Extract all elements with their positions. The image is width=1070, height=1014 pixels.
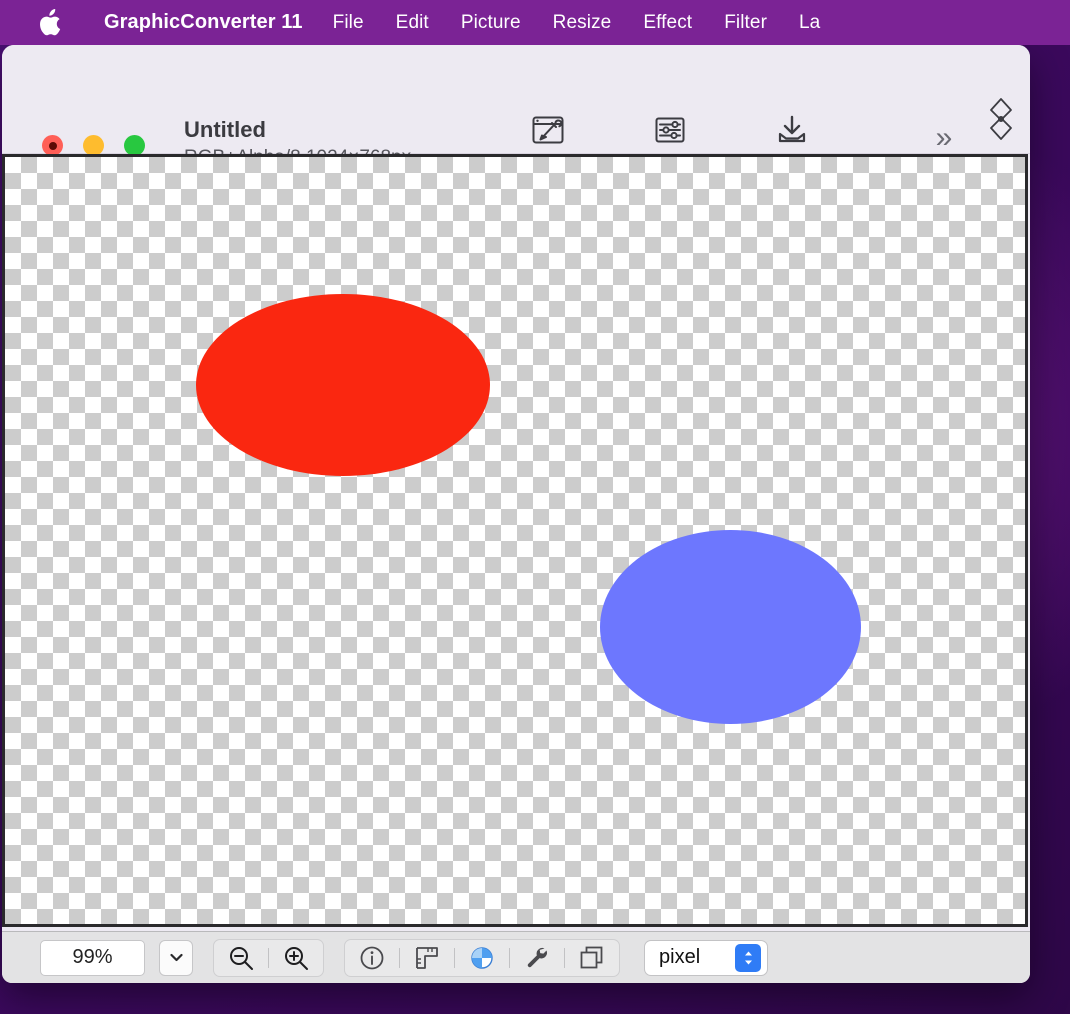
transparency-checkerboard (5, 157, 1025, 924)
menu-item-effect[interactable]: Effect (627, 12, 708, 34)
zoom-level-input[interactable]: 99% (40, 939, 145, 976)
zoom-in-button[interactable] (269, 940, 323, 976)
magnifier-plus-icon (285, 946, 308, 970)
menu-item-file[interactable]: File (317, 12, 380, 34)
menu-bar: GraphicConverter 11 File Edit Picture Re… (0, 0, 1070, 45)
traffic-light-buttons (42, 135, 145, 156)
zoom-preset-dropdown[interactable] (159, 939, 193, 976)
menu-app-name[interactable]: GraphicConverter 11 (90, 11, 317, 34)
close-icon (48, 141, 57, 150)
color-wheel-icon (471, 946, 493, 969)
zoom-button[interactable] (124, 135, 145, 156)
info-button[interactable] (345, 940, 399, 976)
menu-item-edit[interactable]: Edit (380, 12, 445, 34)
chevron-down-icon (169, 953, 183, 962)
blue-ellipse[interactable] (600, 530, 861, 724)
duplicate-button[interactable] (565, 940, 619, 976)
menu-item-picture[interactable]: Picture (445, 12, 537, 34)
ruler-button[interactable] (400, 940, 454, 976)
minimize-button[interactable] (83, 135, 104, 156)
window-titlebar: Untitled RGB+Alpha/8,1024×768px… Options (2, 45, 1030, 174)
close-button[interactable] (42, 135, 63, 156)
chevron-double-right-icon: » (935, 121, 953, 154)
tool-buttons-group (344, 938, 620, 977)
sliders-icon (654, 113, 686, 147)
image-canvas[interactable] (2, 154, 1028, 927)
red-ellipse[interactable] (196, 294, 490, 476)
tools-button[interactable] (510, 940, 564, 976)
wrench-icon (527, 947, 547, 967)
color-button[interactable] (455, 940, 509, 976)
up-down-stepper-icon[interactable] (735, 943, 761, 972)
diamond-move-icon[interactable] (986, 95, 1016, 143)
ruler-icon (416, 946, 438, 969)
menu-item-layer[interactable]: La (783, 12, 836, 34)
save-download-icon (776, 113, 808, 147)
canvas-area (2, 154, 1030, 931)
zoom-out-button[interactable] (214, 940, 268, 976)
unit-dropdown-value: pixel (659, 946, 701, 968)
page-title: Untitled (184, 117, 266, 142)
graphicconverter-window: Untitled RGB+Alpha/8,1024×768px… Options (2, 45, 1030, 983)
status-bar: 99% pixel (2, 931, 1030, 983)
toolbar-overflow-button[interactable]: » (924, 121, 964, 155)
menu-item-resize[interactable]: Resize (537, 12, 628, 34)
magnifier-minus-icon (230, 946, 253, 970)
info-icon (360, 946, 384, 969)
unit-dropdown[interactable]: pixel (644, 939, 768, 976)
options-window-wrench-icon (531, 113, 565, 147)
zoom-controls-group (213, 938, 324, 977)
apple-logo-icon[interactable] (36, 6, 66, 40)
duplicate-windows-icon (580, 946, 603, 968)
menu-item-filter[interactable]: Filter (708, 12, 783, 34)
